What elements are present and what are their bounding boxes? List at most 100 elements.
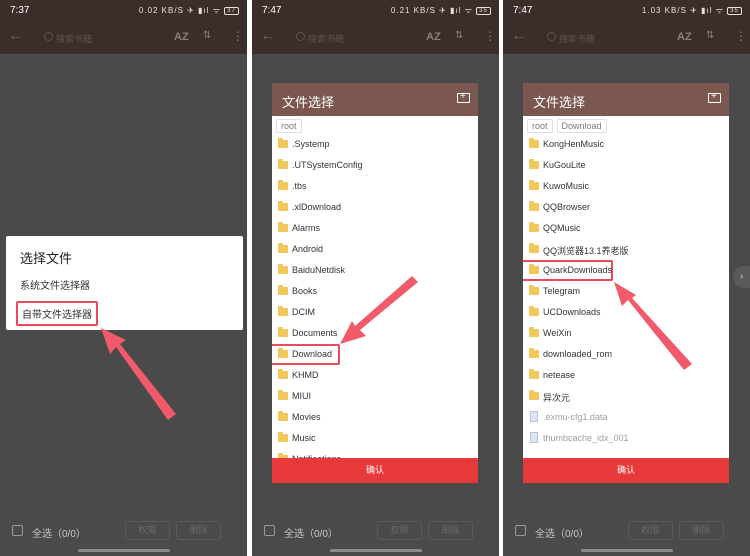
list-item[interactable]: Documents xyxy=(272,323,478,344)
folder-icon xyxy=(529,327,539,337)
confirm-button[interactable]: 确认 xyxy=(523,458,729,483)
back-arrow-icon[interactable]: ← xyxy=(8,27,24,45)
list-item[interactable]: KHMD xyxy=(272,365,478,386)
folder-icon xyxy=(278,222,288,232)
list-item[interactable]: downloaded_rom xyxy=(523,344,729,365)
home-indicator[interactable] xyxy=(330,549,422,552)
folder-list: KongHenMusic KuGouLite KuwoMusic QQBrows… xyxy=(523,134,729,449)
chooser-header: 文件选择 xyxy=(523,83,729,116)
permission-button[interactable]: 权限 xyxy=(628,521,673,540)
list-item[interactable]: Music xyxy=(272,428,478,449)
az-sort-button[interactable]: AZ xyxy=(426,31,441,43)
toolbar: ← 搜索书籍 AZ ⇅ ⋮ xyxy=(252,22,499,54)
list-item[interactable]: .UTSystemConfig xyxy=(272,155,478,176)
new-folder-icon[interactable] xyxy=(457,91,470,103)
folder-icon xyxy=(278,180,288,190)
list-item[interactable]: Movies xyxy=(272,407,478,428)
list-item[interactable]: .xlDownload xyxy=(272,197,478,218)
chooser-title: 文件选择 xyxy=(533,95,586,110)
chevron-right-icon[interactable]: › xyxy=(733,266,750,288)
list-item[interactable]: KongHenMusic xyxy=(523,134,729,155)
list-item[interactable]: .tbs xyxy=(272,176,478,197)
delete-button[interactable]: 删除 xyxy=(679,521,724,540)
folder-icon xyxy=(278,390,288,400)
sort-icon[interactable]: ⇅ xyxy=(203,30,211,41)
chooser-header: 文件选择 xyxy=(272,83,478,116)
list-item[interactable]: Android xyxy=(272,239,478,260)
folder-icon xyxy=(278,411,288,421)
folder-icon xyxy=(278,432,288,442)
more-menu-icon[interactable]: ⋮ xyxy=(484,29,496,43)
file-item[interactable]: thumbcache_idx_001 xyxy=(523,428,729,449)
folder-icon xyxy=(278,306,288,316)
permission-button[interactable]: 权限 xyxy=(125,521,170,540)
list-item[interactable]: QQBrowser xyxy=(523,197,729,218)
list-item[interactable]: Alarms xyxy=(272,218,478,239)
breadcrumb: root xyxy=(272,116,478,133)
list-item[interactable]: QQ浏览器13.1养老版 xyxy=(523,239,729,260)
list-item[interactable]: DCIM xyxy=(272,302,478,323)
list-item[interactable]: netease xyxy=(523,365,729,386)
folder-icon xyxy=(529,306,539,316)
select-all-checkbox[interactable] xyxy=(515,525,526,536)
select-all-checkbox[interactable] xyxy=(12,525,23,536)
more-menu-icon[interactable]: ⋮ xyxy=(735,29,747,43)
select-all-label: 全选（0/0） xyxy=(284,529,338,540)
folder-icon xyxy=(529,201,539,211)
confirm-button[interactable]: 确认 xyxy=(272,458,478,483)
search-input[interactable]: 搜索书籍 xyxy=(559,32,595,45)
breadcrumb-root[interactable]: root xyxy=(527,119,553,133)
folder-icon xyxy=(278,264,288,274)
list-item-download-highlighted[interactable]: Download xyxy=(272,344,340,365)
bottom-bar: 全选（0/0） 权限 删除 xyxy=(503,516,750,556)
sort-icon[interactable]: ⇅ xyxy=(455,30,463,41)
screen-1: 7:37 0.02 KB/S ✈ ▮ıl ᯤ 37 ← 搜索书籍 AZ ⇅ ⋮ 选… xyxy=(0,0,247,556)
list-item[interactable]: Telegram xyxy=(523,281,729,302)
home-indicator[interactable] xyxy=(581,549,673,552)
system-file-picker-option[interactable]: 系统文件选择器 xyxy=(20,277,90,292)
list-item[interactable]: KuGouLite xyxy=(523,155,729,176)
folder-icon xyxy=(278,285,288,295)
az-sort-button[interactable]: AZ xyxy=(174,31,189,43)
list-item[interactable]: BaiduNetdisk xyxy=(272,260,478,281)
file-icon xyxy=(530,411,538,422)
list-item[interactable]: 异次元 xyxy=(523,386,729,407)
battery-icon: 35 xyxy=(476,6,491,15)
folder-icon xyxy=(278,369,288,379)
list-item[interactable]: .Systemp xyxy=(272,134,478,155)
more-menu-icon[interactable]: ⋮ xyxy=(232,29,244,43)
list-item[interactable]: KuwoMusic xyxy=(523,176,729,197)
sort-icon[interactable]: ⇅ xyxy=(706,30,714,41)
permission-button[interactable]: 权限 xyxy=(377,521,422,540)
list-item[interactable]: UCDownloads xyxy=(523,302,729,323)
list-item[interactable]: Books xyxy=(272,281,478,302)
back-arrow-icon[interactable]: ← xyxy=(260,27,276,45)
az-sort-button[interactable]: AZ xyxy=(677,31,692,43)
folder-icon xyxy=(529,222,539,232)
folder-icon xyxy=(278,348,288,358)
home-indicator[interactable] xyxy=(78,549,170,552)
folder-list: .Systemp .UTSystemConfig .tbs .xlDownloa… xyxy=(272,134,478,470)
bottom-bar: 全选（0/0） 权限 删除 xyxy=(0,516,247,556)
back-arrow-icon[interactable]: ← xyxy=(511,27,527,45)
list-item[interactable]: MIUI xyxy=(272,386,478,407)
breadcrumb-root[interactable]: root xyxy=(276,119,302,133)
folder-icon xyxy=(529,369,539,379)
status-bar: 7:47 1.03 KB/S ✈ ▮ıl ᯤ 35 xyxy=(503,0,750,22)
list-item[interactable]: WeiXin xyxy=(523,323,729,344)
new-folder-icon[interactable] xyxy=(708,91,721,103)
file-item[interactable]: .exmu-cfg1.data xyxy=(523,407,729,428)
file-chooser: 文件选择 root .Systemp .UTSystemConfig .tbs … xyxy=(272,83,478,483)
toolbar: ← 搜索书籍 AZ ⇅ ⋮ xyxy=(0,22,247,54)
builtin-file-picker-option[interactable]: 自带文件选择器 xyxy=(16,301,98,326)
list-item-quarkdownloads-highlighted[interactable]: QuarkDownloads xyxy=(523,260,613,281)
list-item[interactable]: QQMusic xyxy=(523,218,729,239)
breadcrumb-download[interactable]: Download xyxy=(556,119,607,133)
search-input[interactable]: 搜索书籍 xyxy=(56,32,92,45)
status-indicators: 1.03 KB/S ✈ ▮ıl ᯤ 35 xyxy=(642,5,742,16)
select-all-checkbox[interactable] xyxy=(264,525,275,536)
folder-icon xyxy=(529,390,539,400)
delete-button[interactable]: 删除 xyxy=(176,521,221,540)
delete-button[interactable]: 删除 xyxy=(428,521,473,540)
search-input[interactable]: 搜索书籍 xyxy=(308,32,344,45)
